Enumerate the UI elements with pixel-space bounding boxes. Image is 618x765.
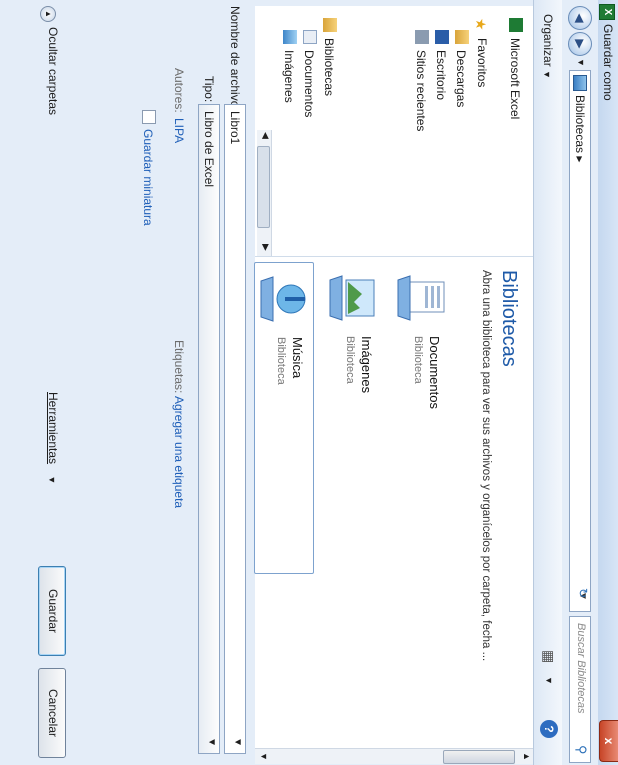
library-item-musica[interactable]: Música Biblioteca xyxy=(254,262,314,574)
desktop-icon xyxy=(435,30,449,44)
search-box[interactable]: Buscar Bibliotecas ⚲ xyxy=(569,616,591,763)
address-bar[interactable]: Bibliotecas ▸ ▼ xyxy=(569,70,591,612)
library-icon xyxy=(573,75,587,91)
authors-label: Autores: xyxy=(172,68,186,113)
thumbnail-option[interactable]: Guardar miniatura xyxy=(141,110,156,226)
tools-dropdown-icon: ▼ xyxy=(47,475,57,485)
search-placeholder: Buscar Bibliotecas xyxy=(575,623,587,714)
breadcrumb-arrow-icon[interactable]: ▸ xyxy=(573,156,587,162)
star-icon: ★ xyxy=(473,18,489,31)
tools-menu[interactable]: Herramientas ▼ xyxy=(46,392,60,484)
nav-horizontal-scrollbar[interactable]: ◀ ▶ xyxy=(257,130,272,256)
hide-folders-toggle[interactable]: ▲Ocultar carpetas xyxy=(40,6,60,115)
navigation-pane: Microsoft Excel ★Favoritos Descargas Esc… xyxy=(255,6,533,257)
cancel-button[interactable]: Cancelar xyxy=(38,668,66,758)
back-button[interactable]: ◀ xyxy=(568,6,592,30)
recent-icon xyxy=(415,30,429,44)
title-bar: X Guardar como x xyxy=(598,0,618,765)
library-name: Documentos xyxy=(427,336,442,409)
nav-scroll-thumb[interactable] xyxy=(257,146,270,228)
documents-icon xyxy=(303,30,317,44)
content-scroll-thumb[interactable] xyxy=(443,750,515,764)
collapse-icon: ▲ xyxy=(40,6,56,22)
scroll-down-icon[interactable]: ▼ xyxy=(259,752,269,761)
command-bar: Organizar ▼ ▦ ▼ ? xyxy=(533,0,562,765)
nav-item-bibliotecas[interactable]: Bibliotecas xyxy=(322,18,337,96)
library-type: Biblioteca xyxy=(412,336,424,384)
views-icon[interactable]: ▦ xyxy=(540,650,557,663)
recent-pages-dropdown-icon[interactable]: ▼ xyxy=(576,58,586,67)
pictures-library-icon xyxy=(326,270,382,326)
library-icon xyxy=(323,18,337,32)
nav-item-descargas[interactable]: Descargas xyxy=(454,30,469,107)
thumbnail-checkbox[interactable] xyxy=(142,110,156,124)
forward-button[interactable]: ▶ xyxy=(568,32,592,56)
nav-item-favoritos[interactable]: ★Favoritos xyxy=(473,18,489,87)
tags-label: Etiquetas: xyxy=(172,340,186,394)
authors-value[interactable]: LIPA xyxy=(172,118,186,143)
refresh-icon[interactable]: ↻ xyxy=(576,588,590,598)
organize-dropdown-icon[interactable]: ▼ xyxy=(542,70,552,79)
nav-item-microsoft-excel[interactable]: Microsoft Excel xyxy=(508,18,523,119)
documents-library-icon xyxy=(394,270,450,326)
type-select[interactable]: Libro de Excel ▼ xyxy=(198,104,220,754)
views-dropdown-icon[interactable]: ▼ xyxy=(544,676,554,685)
library-type: Biblioteca xyxy=(344,336,356,384)
nav-item-documentos[interactable]: Documentos xyxy=(302,30,317,117)
breadcrumb-bibliotecas[interactable]: Bibliotecas xyxy=(573,95,587,153)
excel-icon: X xyxy=(599,4,615,20)
nav-item-sitios-recientes[interactable]: Sitios recientes xyxy=(414,30,429,131)
library-name: Imágenes xyxy=(359,336,374,394)
libraries-description: Abra una biblioteca para ver sus archivo… xyxy=(480,270,492,662)
scroll-left-icon[interactable]: ◀ xyxy=(260,132,271,139)
download-folder-icon xyxy=(455,30,469,44)
pictures-icon xyxy=(283,30,297,44)
filename-dropdown-icon[interactable]: ▼ xyxy=(232,737,243,747)
search-icon[interactable]: ⚲ xyxy=(573,745,589,755)
screenshot-stage: X Guardar como x ◀ ▶ ▼ Bibliotecas ▸ ▼ ↻… xyxy=(0,0,618,765)
window-title: Guardar como xyxy=(601,24,615,101)
save-button[interactable]: Guardar xyxy=(38,566,66,656)
music-library-icon xyxy=(257,271,313,327)
filename-value: Libro1 xyxy=(228,111,242,145)
nav-item-imagenes[interactable]: Imágenes xyxy=(282,30,297,103)
organize-button[interactable]: Organizar xyxy=(541,14,555,67)
scroll-up-icon[interactable]: ▲ xyxy=(522,752,532,761)
library-name: Música xyxy=(290,337,305,379)
libraries-heading: Bibliotecas xyxy=(498,270,520,367)
excel-icon xyxy=(509,18,523,32)
type-dropdown-icon[interactable]: ▼ xyxy=(206,737,217,747)
filename-input[interactable]: Libro1 ▼ xyxy=(224,104,246,754)
type-value: Libro de Excel xyxy=(202,111,216,188)
thumbnail-label: Guardar miniatura xyxy=(141,129,155,226)
close-button[interactable]: x xyxy=(599,720,618,762)
scroll-right-icon[interactable]: ▶ xyxy=(260,244,271,251)
library-item-imagenes[interactable]: Imágenes Biblioteca xyxy=(322,270,382,570)
filename-label: Nombre de archivo: xyxy=(228,6,242,111)
content-vertical-scrollbar[interactable]: ▲ ▼ xyxy=(255,748,533,764)
help-icon[interactable]: ? xyxy=(540,720,558,738)
library-type: Biblioteca xyxy=(275,337,287,385)
tags-value[interactable]: Agregar una etiqueta xyxy=(172,396,186,508)
type-label: Tipo: xyxy=(202,76,216,103)
save-as-dialog: X Guardar como x ◀ ▶ ▼ Bibliotecas ▸ ▼ ↻… xyxy=(0,0,618,765)
library-item-documentos[interactable]: Documentos Biblioteca xyxy=(390,270,450,570)
nav-item-escritorio[interactable]: Escritorio xyxy=(434,30,449,100)
